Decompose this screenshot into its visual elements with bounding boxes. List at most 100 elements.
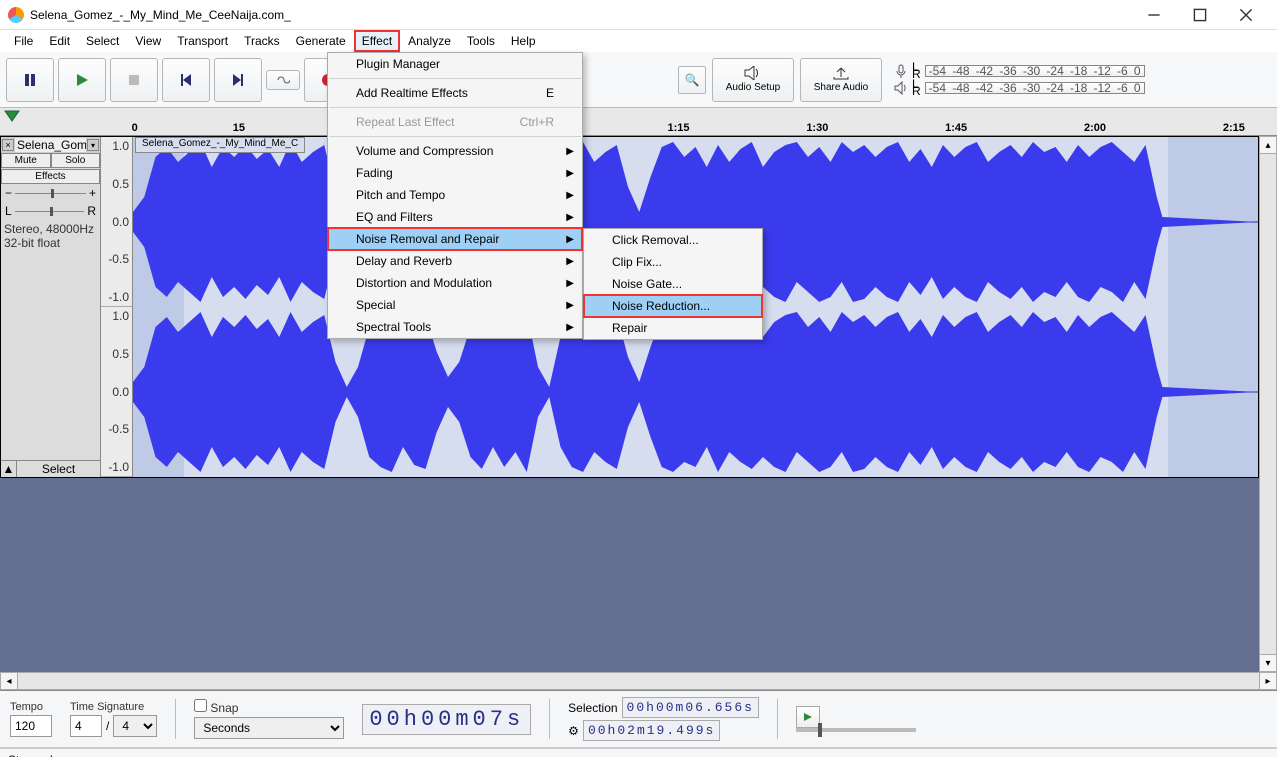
tempo-group: Tempo [10,701,52,737]
effects-button[interactable]: Effects [1,169,100,184]
chevron-right-icon: ▶ [566,256,574,267]
menu-edit[interactable]: Edit [41,30,78,52]
menu-tools[interactable]: Tools [459,30,503,52]
menu-noise-gate[interactable]: Noise Gate... [584,273,762,295]
vertical-scrollbar[interactable]: ▴ ▾ [1259,136,1277,672]
menu-pitch-tempo[interactable]: Pitch and Tempo▶ [328,184,582,206]
track-select-button[interactable]: Select [17,461,100,477]
menu-select[interactable]: Select [78,30,127,52]
loop-button[interactable] [266,70,300,90]
bottom-toolbar: Tempo Time Signature / 4 Snap Seconds 00… [0,691,1277,748]
snap-group: Snap Seconds [194,699,344,739]
ruler-tick: 1:15 [667,122,689,134]
ruler-tick: 0 [132,122,138,134]
menu-noise-removal-repair[interactable]: Noise Removal and Repair▶ [328,228,582,250]
window-title: Selena_Gomez_-_My_Mind_Me_CeeNaija.com_ [30,8,1131,22]
playback-meter-scale: -54-48-42-36-30-24-18-12-60 [925,82,1145,94]
solo-button[interactable]: Solo [51,153,101,168]
playback-meter[interactable]: LR -54-48-42-36-30-24-18-12-60 [894,81,1145,95]
menu-repeat-last: Repeat Last EffectCtrl+R [328,111,582,133]
timesig-num-input[interactable] [70,715,102,737]
menu-distortion-modulation[interactable]: Distortion and Modulation▶ [328,272,582,294]
pause-button[interactable] [6,58,54,102]
menu-plugin-manager[interactable]: Plugin Manager [328,53,582,75]
play-speed-slider[interactable] [796,728,916,732]
menu-spectral-tools[interactable]: Spectral Tools▶ [328,316,582,338]
gear-icon[interactable]: ⚙ [568,724,579,738]
audio-setup-button[interactable]: Audio Setup [712,58,794,102]
skip-start-button[interactable] [162,58,210,102]
menu-special[interactable]: Special▶ [328,294,582,316]
horizontal-scrollbar[interactable]: ◂ ▸ [0,672,1277,690]
menu-noise-reduction[interactable]: Noise Reduction... [584,295,762,317]
menu-analyze[interactable]: Analyze [400,30,459,52]
menu-repair[interactable]: Repair [584,317,762,339]
menu-tracks[interactable]: Tracks [236,30,288,52]
minimize-button[interactable] [1131,1,1177,29]
play-at-speed-button[interactable] [796,706,820,728]
chevron-right-icon: ▶ [566,212,574,223]
tempo-input[interactable] [10,715,52,737]
status-bar: Stopped. [0,748,1277,757]
amplitude-scale: 1.00.50.0-0.5-1.0 1.00.50.0-0.5-1.0 [101,137,133,477]
menu-help[interactable]: Help [503,30,544,52]
ruler-tick: 2:00 [1084,122,1106,134]
menu-generate[interactable]: Generate [288,30,354,52]
scroll-left-button[interactable]: ◂ [0,672,18,690]
track-close-button[interactable]: × [2,139,14,151]
share-audio-button[interactable]: Share Audio [800,58,882,102]
menu-transport[interactable]: Transport [169,30,236,52]
app-icon [8,7,24,23]
time-position-display[interactable]: 00h00m07s [362,704,531,735]
menubar: File Edit Select View Transport Tracks G… [0,30,1277,52]
ruler-tick: 15 [233,122,245,134]
chevron-right-icon: ▶ [566,278,574,289]
close-button[interactable] [1223,1,1269,29]
tempo-label: Tempo [10,701,52,713]
menu-eq-filters[interactable]: EQ and Filters▶ [328,206,582,228]
pan-slider[interactable]: LR [1,202,100,220]
menu-volume-compression[interactable]: Volume and Compression▶ [328,140,582,162]
play-button[interactable] [58,58,106,102]
chevron-right-icon: ▶ [566,190,574,201]
zoom-fit-button[interactable]: 🔍 [678,66,706,94]
maximize-button[interactable] [1177,1,1223,29]
stop-button[interactable] [110,58,158,102]
share-audio-label: Share Audio [814,82,869,93]
track-format-info: Stereo, 48000Hz32-bit float [1,220,100,252]
selection-group: Selection 00h00m06.656s ⚙ 00h02m19.499s [568,697,759,741]
timeline-ruler[interactable]: 0 15 1:15 1:30 1:45 2:00 2:15 2:30 [0,108,1277,136]
gain-slider[interactable]: −+ [1,184,100,202]
track-name[interactable]: Selena_Gom [15,138,86,152]
record-meter[interactable]: LR -54-48-42-36-30-24-18-12-60 [894,64,1145,78]
skip-end-button[interactable] [214,58,262,102]
chevron-right-icon: ▶ [566,322,574,333]
menu-click-removal[interactable]: Click Removal... [584,229,762,251]
scroll-down-button[interactable]: ▾ [1259,654,1277,672]
menu-delay-reverb[interactable]: Delay and Reverb▶ [328,250,582,272]
speaker-icon [744,66,762,80]
scroll-up-button[interactable]: ▴ [1259,136,1277,154]
selection-label: Selection [568,701,617,715]
menu-effect[interactable]: Effect [354,30,400,52]
status-text: Stopped. [8,753,56,757]
snap-checkbox[interactable] [194,699,207,712]
timesig-group: Time Signature / 4 [70,701,157,737]
menu-file[interactable]: File [6,30,41,52]
menu-add-realtime[interactable]: Add Realtime EffectsE [328,82,582,104]
collapse-button[interactable]: ▲ [1,461,17,477]
selection-end-field[interactable]: 00h02m19.499s [583,720,720,741]
audio-setup-label: Audio Setup [726,82,781,93]
menu-clip-fix[interactable]: Clip Fix... [584,251,762,273]
playhead-pin-icon[interactable] [4,110,20,129]
scroll-right-button[interactable]: ▸ [1259,672,1277,690]
menu-view[interactable]: View [127,30,169,52]
chevron-right-icon: ▶ [566,300,574,311]
track-menu-button[interactable]: ▾ [87,139,99,151]
snap-units-select[interactable]: Seconds [194,717,344,739]
timesig-den-select[interactable]: 4 [113,715,157,737]
clip-title[interactable]: Selena_Gomez_-_My_Mind_Me_C [135,137,305,153]
mute-button[interactable]: Mute [1,153,51,168]
menu-fading[interactable]: Fading▶ [328,162,582,184]
selection-start-field[interactable]: 00h00m06.656s [622,697,759,718]
